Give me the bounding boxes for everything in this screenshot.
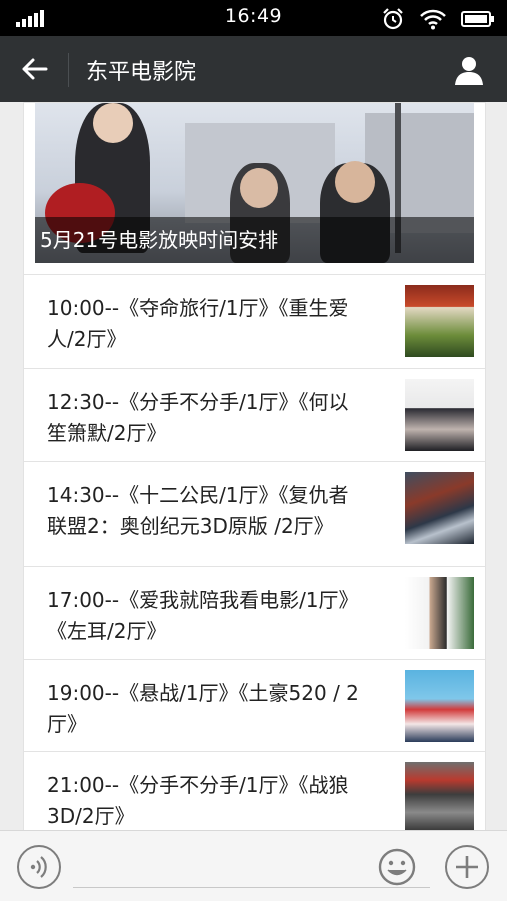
banner[interactable]: 5月21号电影放映时间安排 (35, 103, 474, 263)
list-item[interactable]: 12:30--《分手不分手/1厅》《何以笙箫默/2厅》 (24, 368, 485, 461)
list-item[interactable]: 19:00--《悬战/1厅》《土豪520 / 2厅》 (24, 659, 485, 751)
poster-thumbnail (405, 379, 474, 451)
poster-thumbnail (405, 762, 474, 830)
header-bar: 东平电影院 (0, 36, 507, 102)
header-divider (68, 53, 69, 87)
chat-input-bar (0, 830, 507, 901)
user-icon[interactable] (453, 54, 485, 86)
list-item[interactable]: 14:30--《十二公民/1厅》《复仇者联盟2：奥创纪元3D原版 /2厅》 (24, 461, 485, 566)
list-item[interactable]: 21:00--《分手不分手/1厅》《战狼3D/2厅》 (24, 751, 485, 830)
list-item[interactable]: 10:00--《夺命旅行/1厅》《重生爱人/2厅》 (24, 274, 485, 368)
list-item-text: 10:00--《夺命旅行/1厅》《重生爱人/2厅》 (47, 296, 349, 351)
wifi-icon (420, 9, 446, 30)
plus-icon[interactable] (445, 845, 489, 889)
list-item-text: 17:00--《爱我就陪我看电影/1厅》《左耳/2厅》 (47, 588, 359, 643)
back-arrow-icon[interactable] (20, 57, 48, 81)
poster-thumbnail (405, 577, 474, 649)
alarm-icon (383, 8, 403, 30)
voice-icon[interactable] (17, 845, 61, 889)
list-item-text: 21:00--《分手不分手/1厅》《战狼3D/2厅》 (47, 773, 349, 828)
poster-thumbnail (405, 670, 474, 742)
list-item-text: 19:00--《悬战/1厅》《土豪520 / 2厅》 (47, 681, 359, 736)
article-content[interactable]: 5月21号电影放映时间安排 10:00--《夺命旅行/1厅》《重生爱人/2厅》 … (0, 102, 507, 830)
poster-thumbnail (405, 285, 474, 357)
schedule-card: 5月21号电影放映时间安排 10:00--《夺命旅行/1厅》《重生爱人/2厅》 … (23, 102, 486, 830)
emoji-icon[interactable] (375, 845, 419, 889)
status-bar: 16:49 (0, 0, 507, 36)
schedule-list: 10:00--《夺命旅行/1厅》《重生爱人/2厅》 12:30--《分手不分手/… (24, 274, 485, 830)
list-item-text: 14:30--《十二公民/1厅》《复仇者联盟2：奥创纪元3D原版 /2厅》 (47, 483, 349, 538)
list-item-text: 12:30--《分手不分手/1厅》《何以笙箫默/2厅》 (47, 390, 349, 445)
poster-thumbnail (405, 472, 474, 544)
battery-icon (461, 11, 494, 27)
banner-caption: 5月21号电影放映时间安排 (35, 217, 474, 263)
list-item[interactable]: 17:00--《爱我就陪我看电影/1厅》《左耳/2厅》 (24, 566, 485, 659)
page-title: 东平电影院 (86, 60, 197, 85)
